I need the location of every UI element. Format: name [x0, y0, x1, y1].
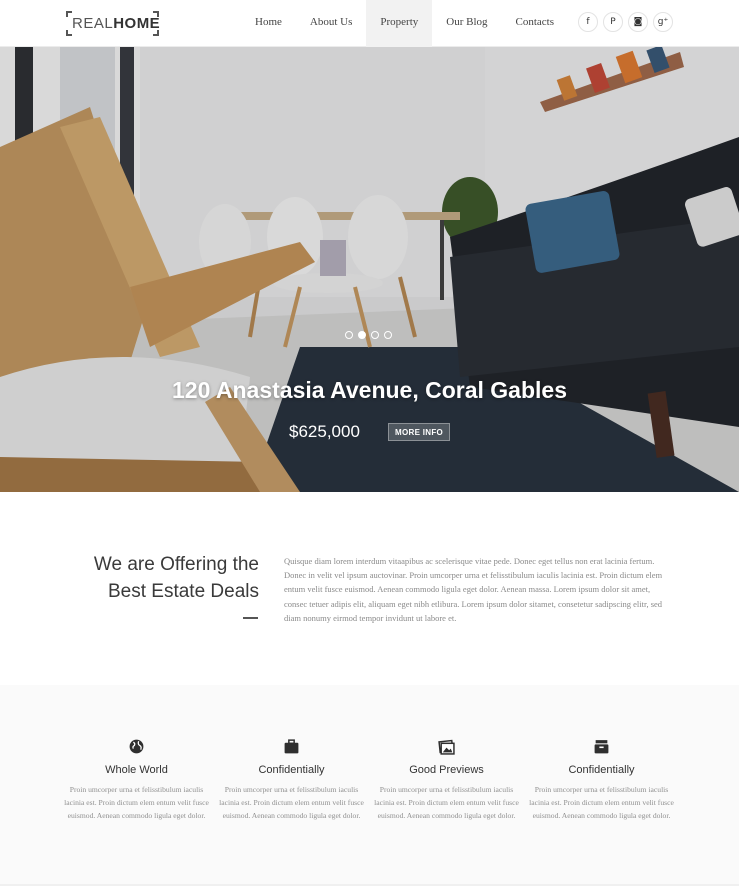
logo-text-bold: HOME — [113, 15, 161, 32]
site-header: REALHOME Home About Us Property Our Blog… — [0, 0, 739, 47]
logo-text: REALHOME — [72, 15, 160, 32]
nav-contacts[interactable]: Contacts — [502, 0, 569, 47]
hero-slider: 120 Anastasia Avenue, Coral Gables $625,… — [0, 47, 739, 492]
nav-home[interactable]: Home — [241, 0, 296, 47]
feature-title: Good Previews — [409, 764, 484, 776]
feature-text: Proin umcorper urna et felisstibulum iac… — [374, 785, 519, 820]
intro-heading: We are Offering the Best Estate Deals — [40, 551, 259, 605]
nav-our-blog[interactable]: Our Blog — [432, 0, 501, 47]
property-price: $625,000 — [289, 422, 360, 441]
pinterest-icon[interactable]: P — [603, 12, 623, 32]
property-title: 120 Anastasia Avenue, Coral Gables — [171, 377, 567, 403]
features-section: Whole World Proin umcorper urna et felis… — [0, 685, 739, 886]
feature-text: Proin umcorper urna et felisstibulum iac… — [219, 785, 364, 820]
site-logo[interactable]: REALHOME — [66, 11, 160, 36]
hero-background-image — [0, 47, 739, 492]
intro-heading-line-1: We are Offering the — [93, 554, 259, 575]
more-info-button[interactable]: MORE INFO — [388, 423, 451, 441]
facebook-icon[interactable]: f — [578, 12, 598, 32]
slider-dot-active[interactable] — [358, 331, 366, 339]
nav-property[interactable]: Property — [366, 0, 433, 47]
globe-icon — [129, 739, 144, 754]
archive-icon — [594, 740, 609, 754]
feature-text: Proin umcorper urna et felisstibulum iac… — [529, 785, 674, 820]
slider-dot[interactable] — [345, 331, 353, 339]
intro-divider — [243, 617, 258, 619]
feature-title: Confidentially — [258, 764, 325, 776]
intro-paragraph: Quisque diam lorem interdum vitaapibus a… — [284, 556, 663, 623]
slider-dot[interactable] — [384, 331, 392, 339]
slider-dot[interactable] — [371, 331, 379, 339]
logo-text-light: REAL — [72, 15, 114, 32]
briefcase-icon — [284, 739, 299, 754]
main-nav: Home About Us Property Our Blog Contacts — [241, 0, 568, 47]
feature-title: Whole World — [105, 764, 168, 776]
feature-title: Confidentially — [568, 764, 635, 776]
nav-about-us[interactable]: About Us — [296, 0, 366, 47]
feature-text: Proin umcorper urna et felisstibulum iac… — [64, 785, 209, 820]
social-links: f P ◙ g⁺ — [578, 12, 673, 32]
google-plus-icon[interactable]: g⁺ — [653, 12, 673, 32]
pictures-icon — [438, 739, 455, 755]
intro-heading-line-2: Best Estate Deals — [107, 581, 259, 602]
instagram-icon[interactable]: ◙ — [628, 12, 648, 32]
slider-pagination — [345, 331, 392, 339]
